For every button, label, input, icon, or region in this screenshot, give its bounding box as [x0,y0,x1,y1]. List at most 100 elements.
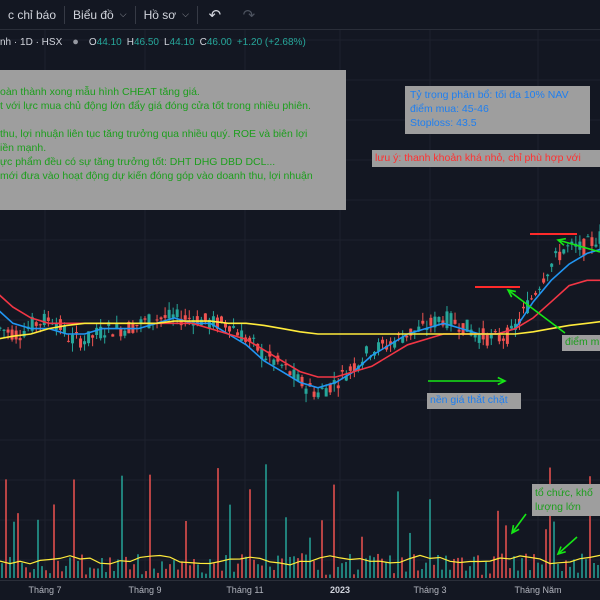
candle-body [312,391,316,397]
volume-bar [109,557,111,578]
volume-bar [281,558,283,578]
volume-bar [365,558,367,578]
volume-bar [505,525,507,578]
volume-bar [169,564,171,578]
volume-bar [225,555,227,578]
volume-bar [581,553,583,578]
volume-bar [593,562,595,578]
candle-body [18,338,22,341]
candle-body [135,324,139,327]
candle-body [280,364,284,366]
volume-bar [429,499,431,578]
volume-bar [41,566,43,578]
volume-bar [465,570,467,578]
note-line: ực phẩm đều có sự tăng trưởng tốt: DHT D… [0,156,276,168]
volume-bar [213,563,215,578]
redo-icon[interactable]: ↷ [232,0,266,30]
volume-bar [353,574,355,578]
chart-menu-button[interactable]: Biểu đồ ⌵ [65,0,135,30]
candle-body [58,319,62,330]
volume-bar [149,474,151,578]
volume-bar [73,479,75,578]
analysis-note-box[interactable]: oàn thành xong mẫu hình CHEAT tăng giá. … [0,70,346,210]
candle-body [272,359,276,365]
volume-bar [537,562,539,578]
close-value: 46.00 [206,36,232,48]
liquidity-warning-box[interactable]: lưu ý: thanh khoản khá nhỏ, chỉ phù hợp … [372,150,600,167]
volume-bar [253,559,255,578]
volume-bar [249,489,251,578]
volume-bar [397,491,399,578]
candle-body [304,388,308,394]
volume-bar [449,569,451,578]
volume-bar [289,556,291,578]
candle-body [457,329,461,332]
candle-body [0,327,2,329]
volume-arrow [557,536,578,555]
candle-body [159,317,163,320]
volume-bar [113,570,115,578]
volume-bar [561,571,563,578]
candle-body [449,313,453,326]
more-options-icon[interactable]: ● [72,36,79,48]
symbol-label[interactable]: nh · 1D · HSX [0,37,62,48]
volume-bar [321,520,323,578]
allocation-note-box[interactable]: Tỷ trọng phân bổ: tối đa 10% NAV điểm mu… [405,86,590,134]
candle-body [377,342,381,351]
allocation-line: Stoploss: 43.5 [410,117,477,129]
volume-bar [165,568,167,578]
volume-bar [277,555,279,578]
volume-bar [337,566,339,578]
candle-body [477,333,481,343]
candle-body [336,385,340,389]
candle-body [155,319,159,321]
volume-bar [345,561,347,578]
candle-body [38,324,42,326]
volume-bar [33,569,35,578]
time-axis[interactable]: Tháng 7 Tháng 9 Tháng 11 2023 Tháng 3 Th… [0,580,600,600]
candle-body [590,237,594,246]
volume-bar [557,564,559,578]
volume-bar [529,570,531,578]
volume-bar [301,553,303,578]
volume-bar [145,571,147,578]
volume-bar [409,532,411,578]
volume-bar [417,570,419,578]
change-value: +1.20 (+2.68%) [236,36,306,48]
candle-body [228,326,232,332]
volume-bar [129,569,131,578]
volume-bar [45,570,47,578]
note-line: thu, lợi nhuận liên tục tăng trưởng qua … [0,128,308,140]
volume-bar [325,574,327,578]
volume-bar [361,536,363,578]
profile-menu-button[interactable]: Hồ sơ ⌵ [136,0,197,30]
candle-body [236,332,240,336]
x-tick-label: Tháng 11 [226,585,264,595]
candle-body [175,309,179,318]
volume-bar [273,569,275,578]
tight-base-label[interactable]: nền giá thắt chặt [427,393,521,409]
candle-body [232,326,236,328]
candle-body [542,278,546,283]
high-value: 46.50 [133,36,159,48]
institution-label[interactable]: tổ chức, khố lượng lớn [532,484,600,516]
candle-body [203,313,207,322]
volume-bar [261,565,263,578]
volume-bar [93,568,95,578]
volume-bar [141,574,143,578]
candle-body [264,358,268,361]
volume-bar [209,559,211,578]
candle-body [224,323,228,328]
candle-body [187,317,191,319]
x-tick-label: Tháng 7 [28,585,62,595]
volume-bar [573,559,575,578]
buy-point-label[interactable]: điểm m [562,335,600,351]
volume-bar [97,568,99,578]
undo-icon[interactable]: ↶ [198,0,232,30]
volume-bar [201,572,203,578]
volume-bar [125,556,127,578]
candle-body [123,330,127,336]
candle-body [300,376,304,387]
indicators-button[interactable]: c chỉ báo [0,0,64,30]
candle-body [46,317,50,321]
